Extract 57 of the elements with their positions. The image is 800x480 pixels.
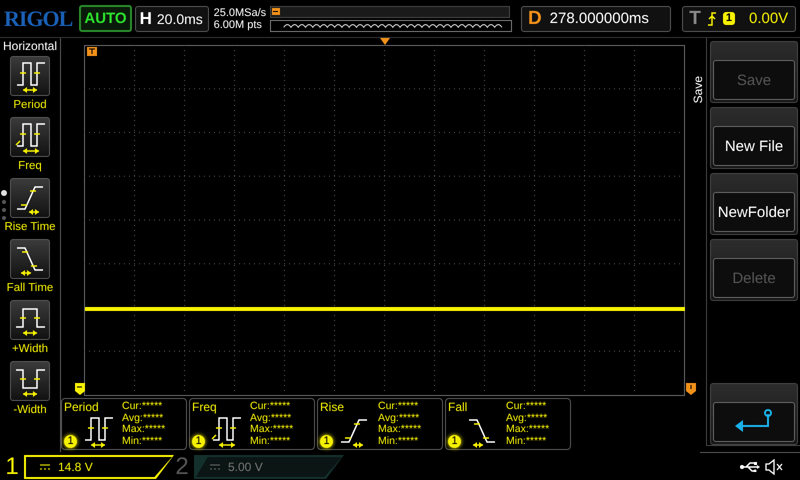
timebase-label: H — [140, 8, 152, 28]
measure-label: Period — [13, 98, 47, 113]
measurement-value: Cur:***** — [378, 401, 420, 412]
channel-badge: 1 — [64, 435, 77, 448]
menu-button-label: Delete — [713, 258, 795, 298]
measurement-value: Avg:***** — [506, 412, 548, 424]
timebase-box[interactable]: H 20.0ms — [134, 6, 209, 32]
measurement-value: Max:***** — [378, 424, 422, 436]
channel-scale-box[interactable]: 5.00 V — [194, 455, 344, 479]
measurement-value: Cur:***** — [506, 401, 548, 412]
channel-scale-box[interactable]: 14.8 V — [24, 455, 174, 479]
measurement-value: Avg:***** — [378, 412, 420, 424]
measure-label: Fall Time — [6, 281, 54, 296]
delay-value: 278.000000ms — [550, 10, 649, 27]
sidebar-title: Horizontal — [2, 39, 58, 53]
measurement-value: Max:***** — [506, 424, 550, 436]
measurement-value: Max:***** — [250, 424, 294, 436]
measurement-name: Fall — [448, 401, 468, 414]
measurement-value: Min:***** — [506, 436, 548, 447]
menu-title: Save — [691, 76, 705, 104]
timebase-value: 20.0ms — [156, 10, 203, 26]
trigger-level: 0.00V — [748, 10, 788, 27]
channel-scale: 5.00 V — [228, 460, 263, 474]
channel-number[interactable]: 1 — [0, 454, 24, 480]
measurement-value: Min:***** — [250, 436, 292, 447]
measure-label: Freq — [18, 159, 42, 174]
measurement-value: Avg:***** — [122, 412, 164, 424]
delay-box[interactable]: D 278.000000ms — [520, 6, 672, 32]
channel-scale: 14.8 V — [58, 460, 93, 474]
measurement-name: Freq — [192, 401, 218, 414]
measurement-value: Cur:***** — [250, 401, 292, 412]
brand-logo: RIGOL — [4, 6, 72, 30]
channel-badge: 1 — [192, 435, 205, 448]
trigger-box[interactable]: T 1 0.00V — [682, 6, 796, 32]
run-state-button[interactable]: AUTO — [79, 5, 132, 32]
delay-label: D — [528, 8, 542, 30]
menu-button-label: NewFolder — [713, 192, 795, 232]
trigger-label: T — [689, 8, 701, 30]
channel-badge: 1 — [320, 435, 333, 448]
memory-depth: 6.00M pts — [214, 18, 263, 30]
measure-label: +Width — [12, 342, 48, 357]
trigger-source: 1 — [722, 12, 735, 25]
sample-rate: 25.0MSa/s — [214, 6, 267, 18]
menu-button[interactable]: NewFolder — [710, 173, 798, 235]
measure-label: -Width — [13, 403, 47, 418]
menu-button-label: New File — [713, 126, 795, 166]
measurement-value: Min:***** — [122, 436, 164, 447]
menu-button[interactable]: New File — [710, 107, 798, 169]
measurement-value: Avg:***** — [250, 412, 292, 424]
measurement-name: Rise — [320, 401, 346, 414]
measurement-name: Period — [64, 401, 100, 414]
measurement-value: Min:***** — [378, 436, 420, 447]
measurement-value: Max:***** — [122, 424, 166, 436]
channel-badge: 1 — [448, 435, 461, 448]
measure-label: Rise Time — [4, 220, 56, 235]
measurement-value: Cur:***** — [122, 401, 164, 412]
menu-button-label: Save — [713, 60, 795, 100]
